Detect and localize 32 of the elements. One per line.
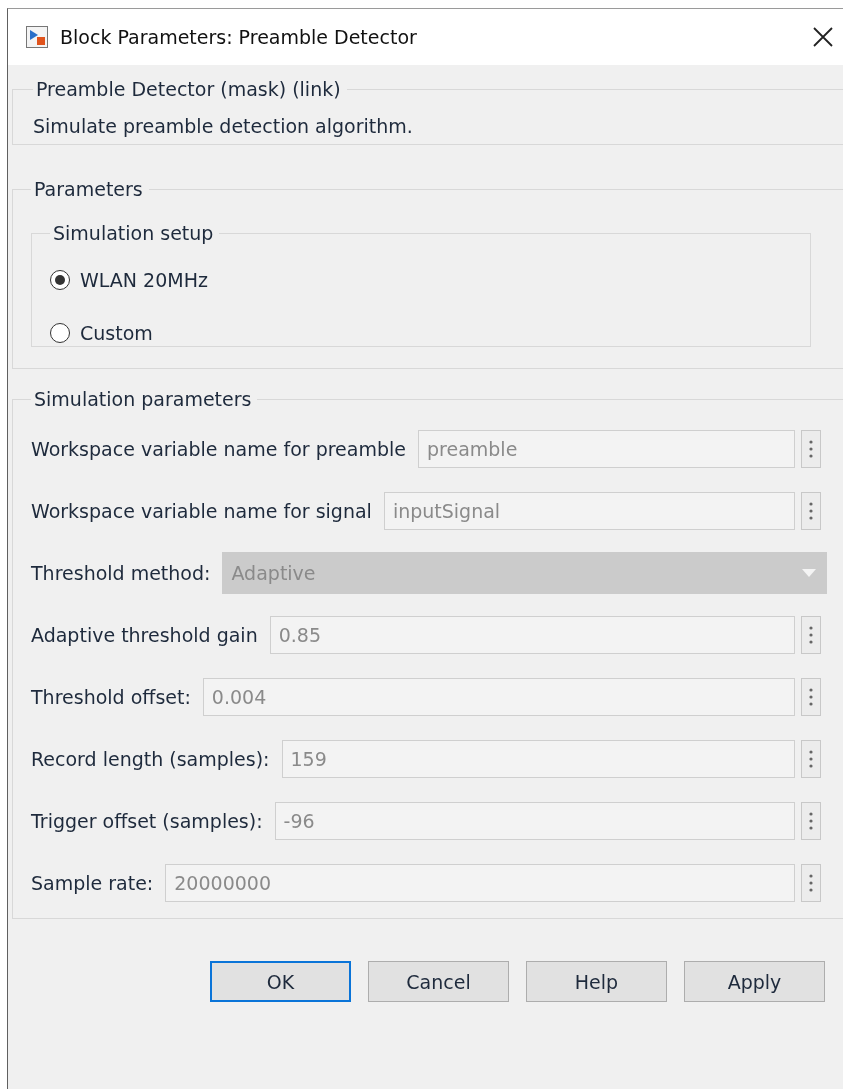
radio-button[interactable]: [50, 323, 70, 343]
field-label: Adaptive threshold gain: [31, 624, 258, 646]
field-label: Sample rate:: [31, 872, 154, 894]
field-label: Threshold method:: [31, 562, 211, 584]
group-title: Preamble Detector (mask) (link): [35, 77, 342, 101]
group-title: Simulation setup: [52, 221, 215, 245]
field-label: Workspace variable name for preamble: [31, 438, 406, 460]
field-label: Workspace variable name for signal: [31, 500, 372, 522]
more-options-icon[interactable]: [801, 430, 821, 468]
dialog-button[interactable]: OK: [210, 961, 351, 1002]
radio-label[interactable]: Custom: [80, 322, 153, 344]
more-options-icon[interactable]: [801, 678, 821, 716]
field-label: Trigger offset (samples):: [31, 810, 263, 832]
more-options-icon[interactable]: [801, 492, 821, 530]
window-title: Block Parameters: Preamble Detector: [60, 26, 418, 48]
block-icon: [26, 26, 48, 48]
more-options-icon[interactable]: [801, 864, 821, 902]
caret-icon: [802, 569, 816, 577]
field-label: Record length (samples):: [31, 748, 270, 770]
description-text: Simulate preamble detection algorithm.: [33, 115, 414, 137]
more-options-icon[interactable]: [801, 802, 821, 840]
group-title: Simulation parameters: [33, 387, 253, 411]
radio-button[interactable]: [50, 270, 70, 290]
dialog-button[interactable]: Help: [526, 961, 667, 1002]
close-icon[interactable]: [812, 26, 834, 48]
dialog-button[interactable]: Apply: [684, 961, 825, 1002]
field-label: Threshold offset:: [31, 686, 191, 708]
radio-label[interactable]: WLAN 20MHz: [80, 269, 208, 291]
more-options-icon[interactable]: [801, 616, 821, 654]
group-title: Parameters: [33, 177, 144, 201]
more-options-icon[interactable]: [801, 740, 821, 778]
dialog-button[interactable]: Cancel: [368, 961, 509, 1002]
